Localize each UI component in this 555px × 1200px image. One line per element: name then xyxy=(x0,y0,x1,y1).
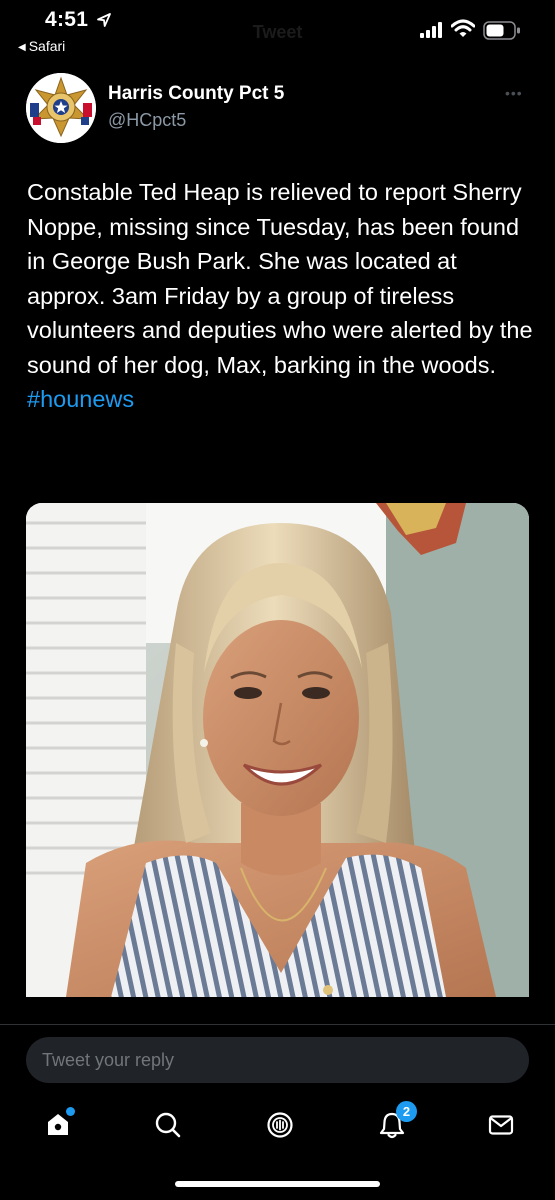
tweet-body-text: Constable Ted Heap is relieved to report… xyxy=(27,179,533,378)
tweet-photo[interactable] xyxy=(26,503,529,997)
notifications-badge: 2 xyxy=(396,1101,417,1122)
spaces-icon xyxy=(267,1112,293,1138)
status-bar: 4:51 ◀ Safari Tweet xyxy=(0,0,555,60)
tab-spaces[interactable] xyxy=(254,1105,304,1145)
reply-divider xyxy=(0,1024,555,1025)
tab-notifications[interactable]: 2 xyxy=(366,1101,417,1145)
tab-home[interactable] xyxy=(33,1105,83,1145)
wifi-icon xyxy=(451,19,475,37)
more-options-icon[interactable]: ••• xyxy=(505,86,527,100)
back-triangle-icon: ◀ xyxy=(18,42,26,53)
constable-badge-logo xyxy=(26,73,96,143)
home-indicator[interactable] xyxy=(175,1181,380,1187)
search-icon xyxy=(155,1112,181,1138)
bottom-tab-bar: 2 xyxy=(0,1095,555,1155)
home-notification-dot xyxy=(66,1107,75,1116)
author-display-name[interactable]: Harris County Pct 5 xyxy=(108,83,284,105)
tweet-text: Constable Ted Heap is relieved to report… xyxy=(27,175,537,417)
tweet-reply-input[interactable]: Tweet your reply xyxy=(26,1037,529,1083)
tab-messages[interactable] xyxy=(475,1105,525,1145)
author-handle[interactable]: @HCpct5 xyxy=(108,110,186,131)
cellular-signal-icon xyxy=(420,22,442,38)
battery-icon xyxy=(483,21,520,40)
photo-illustration xyxy=(26,503,529,997)
tab-search[interactable] xyxy=(142,1105,192,1145)
mail-icon xyxy=(488,1115,514,1135)
hashtag-link[interactable]: #hounews xyxy=(27,386,134,412)
author-avatar[interactable] xyxy=(26,73,96,143)
